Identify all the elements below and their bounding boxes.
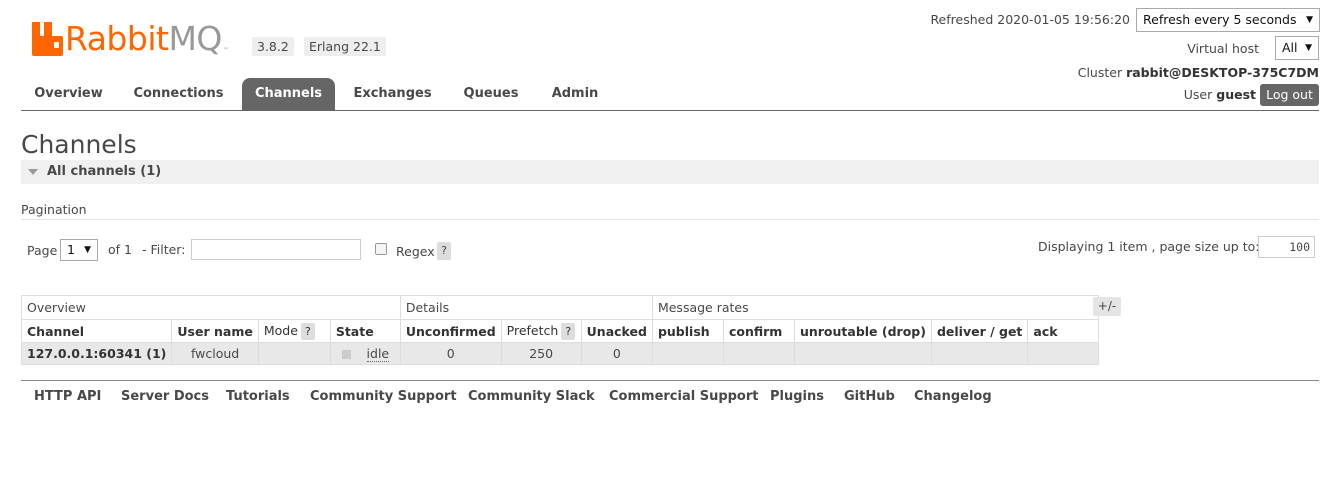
col-channel[interactable]: Channel [20,319,173,343]
footer-link-community-slack[interactable]: Community Slack [468,388,595,406]
collapse-triangle-icon [28,169,38,175]
group-overview: Overview [21,295,401,320]
pagination-heading: Pagination [21,202,87,217]
col-unroutable[interactable]: unroutable (drop) [793,319,932,343]
page-select[interactable]: 1 ▼ [60,239,98,261]
col-mode[interactable]: Mode? [257,319,331,343]
page-label: Page [27,243,58,258]
cell-unacked: 0 [580,342,653,365]
cell-confirm [722,342,795,365]
page-title: Channels [21,130,137,159]
footer-link-commercial-support[interactable]: Commercial Support [609,388,759,406]
col-unconfirmed[interactable]: Unconfirmed [399,319,502,343]
cell-channel-link[interactable]: 127.0.0.1:60341 (1) [20,342,173,365]
virtual-host-value: All [1282,40,1298,55]
footer-link-tutorials[interactable]: Tutorials [226,388,290,406]
trademark: ™ [222,47,229,54]
tab-connections[interactable]: Connections [121,78,236,110]
erlang-version-badge: Erlang 22.1 [304,37,386,56]
cell-unconfirmed: 0 [399,342,502,365]
rabbitmq-logo[interactable]: RabbitMQ ™ [32,18,229,56]
tab-queues[interactable]: Queues [451,78,531,110]
page-select-value: 1 [67,242,75,257]
cell-publish [651,342,724,365]
virtual-host-label: Virtual host [1187,41,1259,56]
refresh-interval-value: Refresh every 5 seconds [1143,12,1297,27]
footer-link-server-docs[interactable]: Server Docs [121,388,209,406]
regex-label: Regex [396,244,435,259]
prefetch-help-icon[interactable]: ? [561,322,576,340]
footer-divider [21,380,1319,381]
col-deliver-get[interactable]: deliver / get [930,319,1029,343]
divider [21,219,1319,220]
page-size-input[interactable]: 100 [1258,236,1315,258]
mode-help-icon[interactable]: ? [300,322,315,340]
main-nav-tabs: Overview Connections Channels Exchanges … [21,78,1319,111]
cell-prefetch: 250 [500,342,582,365]
col-prefetch[interactable]: Prefetch? [500,319,582,343]
footer-link-plugins[interactable]: Plugins [770,388,824,406]
cell-state: idle [329,342,401,365]
footer-link-http-api[interactable]: HTTP API [34,388,101,406]
dropdown-arrow-icon: ▼ [84,245,91,255]
displaying-label: Displaying 1 item , page size up to: [1038,239,1260,254]
footer-link-github[interactable]: GitHub [844,388,895,406]
table-group-header: Overview Details Message rates [21,295,1100,320]
footer-link-changelog[interactable]: Changelog [914,388,992,406]
dropdown-arrow-icon: ▼ [1305,43,1312,53]
regex-checkbox[interactable] [375,243,387,255]
col-state[interactable]: State [329,319,401,343]
tab-overview[interactable]: Overview [21,78,116,110]
col-confirm[interactable]: confirm [722,319,795,343]
cell-mode [257,342,331,365]
channels-table: Overview Details Message rates Channel U… [20,295,1100,365]
col-publish[interactable]: publish [651,319,724,343]
cell-deliver-get [930,342,1029,365]
rabbitmq-logo-icon [32,22,63,56]
tab-admin[interactable]: Admin [541,78,609,110]
section-label: All channels (1) [47,164,162,179]
group-message-rates: Message rates [651,295,1100,320]
logo-wordmark: RabbitMQ [65,19,222,58]
filter-input[interactable] [191,239,361,260]
version-badge: 3.8.2 [252,37,294,56]
virtual-host-select[interactable]: All ▼ [1275,36,1319,60]
regex-help-icon[interactable]: ? [437,242,451,260]
tab-exchanges[interactable]: Exchanges [341,78,444,110]
all-channels-section-toggle[interactable]: All channels (1) [21,160,1319,184]
footer-link-community-support[interactable]: Community Support [310,388,457,406]
col-unacked[interactable]: Unacked [580,319,653,343]
page-count-label: of 1 [108,242,132,257]
dropdown-arrow-icon: ▼ [1306,15,1313,25]
col-user-name[interactable]: User name [171,319,259,343]
cell-user: fwcloud [171,342,259,365]
cell-unroutable [793,342,932,365]
tab-channels[interactable]: Channels [242,78,335,110]
state-text: idle [366,346,390,362]
filter-label: - Filter: [142,242,186,257]
col-ack[interactable]: ack [1027,319,1100,343]
cell-ack [1027,342,1100,365]
state-indicator-icon [341,350,351,359]
table-row[interactable]: 127.0.0.1:60341 (1) fwcloud idle 0 250 0 [20,342,1100,365]
refreshed-timestamp: Refreshed 2020-01-05 19:56:20 [930,12,1130,27]
table-header: Channel User name Mode? State Unconfirme… [20,319,1100,343]
refresh-interval-select[interactable]: Refresh every 5 seconds ▼ [1136,8,1320,32]
group-details: Details [399,295,653,320]
column-toggle-button[interactable]: +/- [1093,297,1121,316]
